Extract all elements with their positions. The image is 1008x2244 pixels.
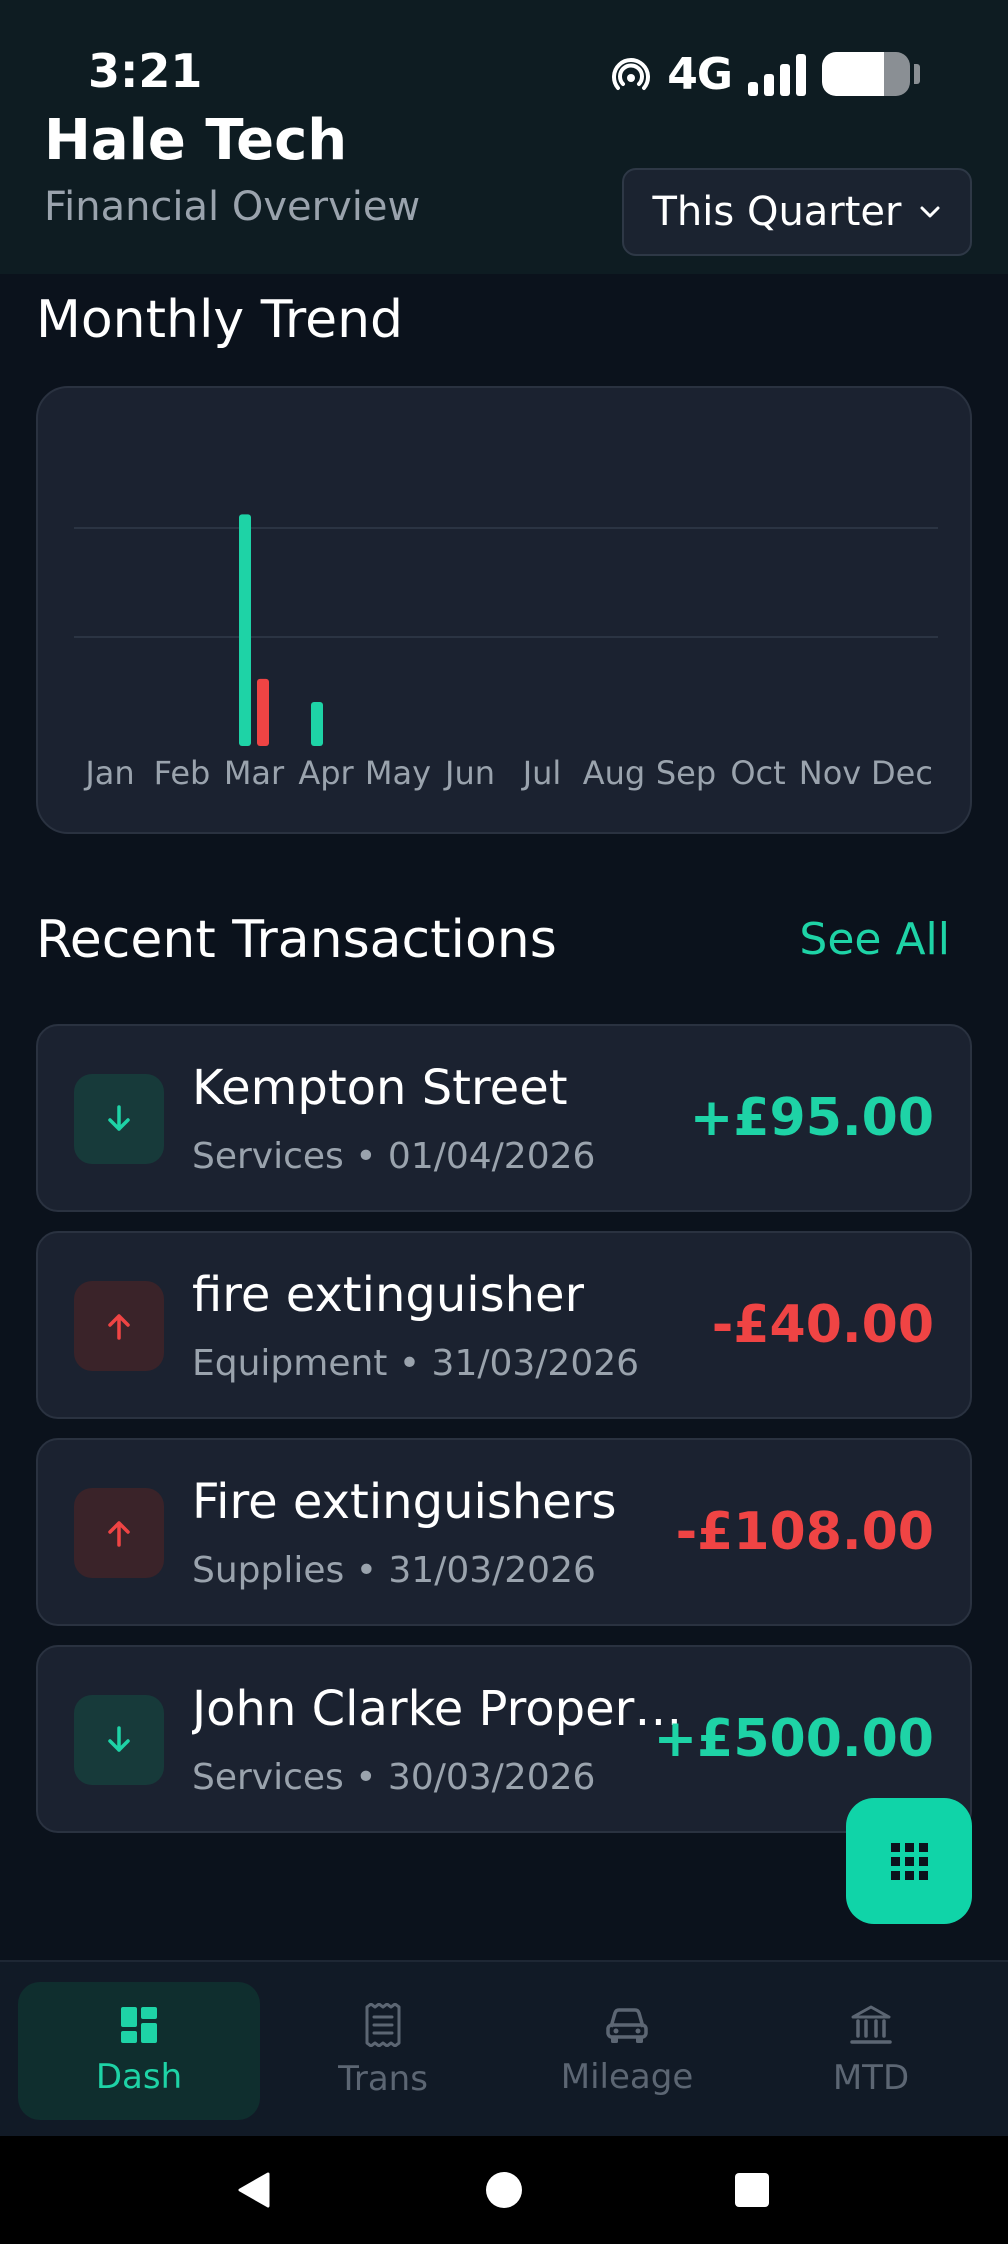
transaction-amount: +£95.00 xyxy=(689,1088,934,1148)
chart-tick-label: Sep xyxy=(656,754,716,792)
back-icon[interactable] xyxy=(234,2170,274,2210)
nav-label: MTD xyxy=(832,2058,910,2098)
arrow-up-icon xyxy=(74,1281,164,1371)
nav-label: Dash xyxy=(95,2057,183,2097)
home-icon[interactable] xyxy=(484,2170,524,2210)
nav-label: Mileage xyxy=(560,2057,694,2097)
chart-tick-label: Apr xyxy=(298,754,354,792)
transaction-card[interactable]: John Clarke Proper… Services • 30/03/202… xyxy=(36,1645,972,1833)
transaction-meta: Services • 30/03/2026 xyxy=(192,1757,596,1798)
chart-tick-label: Feb xyxy=(154,754,211,792)
chart-tick-label: Nov xyxy=(799,754,861,792)
dashboard-icon xyxy=(121,2007,157,2043)
nav-label: Trans xyxy=(338,2059,428,2099)
chart-tick-label: Jun xyxy=(443,754,495,792)
system-nav-bar xyxy=(0,2136,1008,2244)
header: 3:21 4G Hale Tech Financial Overview Thi… xyxy=(0,0,1008,274)
receipt-icon xyxy=(365,2003,401,2047)
transaction-amount: -£40.00 xyxy=(711,1295,934,1355)
nav-item-mileage[interactable]: Mileage xyxy=(506,1982,748,2120)
period-select-value: This Quarter xyxy=(652,189,902,235)
arrow-down-icon xyxy=(74,1695,164,1785)
nav-item-dash[interactable]: Dash xyxy=(18,1982,260,2120)
transactions-section-title: Recent Transactions xyxy=(36,910,557,970)
chart-card: Jan Feb Mar Apr May Jun Jul Aug Sep Oct Nov Dec xyxy=(36,386,972,834)
battery-tip xyxy=(914,64,920,84)
transaction-card[interactable]: Kempton Street Services • 01/04/2026 +£9… xyxy=(36,1024,972,1212)
nav-item-trans[interactable]: Trans xyxy=(262,1982,504,2120)
arrow-up-icon xyxy=(74,1488,164,1578)
bank-icon xyxy=(850,2005,892,2044)
transaction-meta: Services • 01/04/2026 xyxy=(192,1136,596,1177)
nav-item-mtd[interactable]: MTD xyxy=(750,1982,992,2120)
chart-tick-label: Jul xyxy=(521,754,562,792)
chart-bar-mar-1 xyxy=(257,678,269,746)
chart-bar-apr-0 xyxy=(311,701,323,746)
transaction-amount: -£108.00 xyxy=(675,1502,934,1562)
chart-bar-mar-0 xyxy=(239,514,251,746)
recents-icon[interactable] xyxy=(734,2172,770,2208)
transaction-name: fire extinguisher xyxy=(192,1267,585,1323)
network-type: 4G xyxy=(667,48,733,100)
battery-icon xyxy=(822,52,910,96)
transaction-name: John Clarke Proper… xyxy=(192,1681,683,1737)
arrow-down-icon xyxy=(74,1074,164,1164)
bottom-nav: Dash Trans Mileage MTD xyxy=(0,1960,1008,2136)
chart-tick-label: Aug xyxy=(583,754,645,792)
status-icons: 4G xyxy=(611,48,920,100)
grid-icon xyxy=(890,1842,928,1880)
page-subtitle: Financial Overview xyxy=(44,184,421,230)
chart-tick-label: Oct xyxy=(730,754,785,792)
transaction-card[interactable]: fire extinguisher Equipment • 31/03/2026… xyxy=(36,1231,972,1419)
transaction-name: Kempton Street xyxy=(192,1060,568,1116)
company-title: Hale Tech xyxy=(44,108,348,173)
monthly-trend-chart: Jan Feb Mar Apr May Jun Jul Aug Sep Oct Nov Dec xyxy=(74,514,938,792)
status-time: 3:21 xyxy=(88,44,203,98)
transaction-card[interactable]: Fire extinguishers Supplies • 31/03/2026… xyxy=(36,1438,972,1626)
transaction-name: Fire extinguishers xyxy=(192,1474,617,1530)
chart-tick-label: May xyxy=(365,754,431,792)
chart-section-title: Monthly Trend xyxy=(36,290,404,350)
chevron-down-icon xyxy=(920,206,940,218)
transaction-meta: Supplies • 31/03/2026 xyxy=(192,1550,596,1591)
chart-tick-label: Dec xyxy=(871,754,933,792)
see-all-link[interactable]: See All xyxy=(799,914,950,965)
transaction-meta: Equipment • 31/03/2026 xyxy=(192,1343,640,1384)
hotspot-icon xyxy=(612,58,651,90)
chart-tick-label: Jan xyxy=(83,754,134,792)
transaction-amount: +£500.00 xyxy=(653,1709,934,1769)
signal-icon xyxy=(748,52,806,96)
quick-actions-fab[interactable] xyxy=(846,1798,972,1924)
chart-tick-label: Mar xyxy=(224,754,285,792)
car-icon xyxy=(606,2008,648,2043)
period-select[interactable]: This Quarter xyxy=(622,168,972,256)
